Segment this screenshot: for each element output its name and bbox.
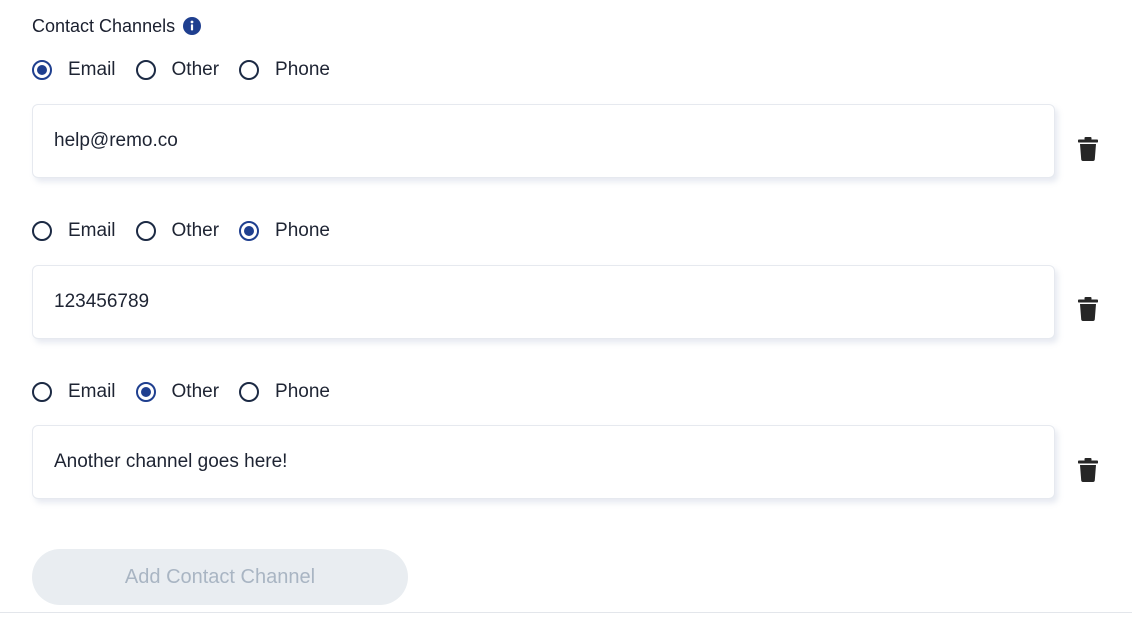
channel-value-input[interactable] — [54, 291, 1004, 313]
radio-label: Phone — [275, 220, 330, 241]
radio-label: Email — [68, 381, 116, 402]
radio-label: Phone — [275, 59, 330, 80]
channel-field-3 — [32, 425, 1055, 499]
radio-button[interactable] — [32, 60, 52, 80]
trash-icon — [1078, 137, 1098, 161]
channel-field-1 — [32, 104, 1055, 178]
section-header: Contact Channels — [32, 14, 202, 38]
radio-label: Phone — [275, 381, 330, 402]
delete-channel-button[interactable] — [1077, 457, 1099, 483]
radio-option-phone[interactable]: Phone — [239, 220, 330, 242]
radio-button[interactable] — [135, 60, 156, 80]
channel-field-2 — [32, 265, 1055, 339]
radio-option-other[interactable]: Other — [135, 381, 220, 403]
radio-button[interactable] — [239, 60, 260, 80]
radio-label: Other — [171, 381, 220, 402]
radio-button[interactable] — [135, 382, 156, 402]
radio-option-email[interactable]: Email — [32, 59, 116, 81]
radio-option-other[interactable]: Other — [135, 59, 220, 81]
channel-value-input[interactable] — [54, 130, 1004, 152]
radio-option-email[interactable]: Email — [32, 220, 116, 242]
delete-channel-button[interactable] — [1077, 296, 1099, 322]
radio-button[interactable] — [239, 221, 260, 241]
divider — [0, 612, 1132, 613]
radio-label: Email — [68, 59, 116, 80]
section-title: Contact Channels — [32, 15, 176, 36]
add-contact-channel-button[interactable]: Add Contact Channel — [32, 549, 408, 605]
channel-type-group-1: Email Other Phone — [32, 56, 350, 84]
channel-type-group-3: Email Other Phone — [32, 378, 350, 406]
radio-label: Email — [68, 220, 116, 241]
radio-button[interactable] — [239, 382, 260, 402]
radio-option-phone[interactable]: Phone — [239, 59, 330, 81]
trash-icon — [1078, 297, 1098, 321]
radio-option-email[interactable]: Email — [32, 381, 116, 403]
radio-button[interactable] — [32, 221, 52, 241]
channel-type-group-2: Email Other Phone — [32, 217, 350, 245]
delete-channel-button[interactable] — [1077, 136, 1099, 162]
radio-option-other[interactable]: Other — [135, 220, 220, 242]
channel-value-input[interactable] — [54, 451, 1004, 473]
trash-icon — [1078, 458, 1098, 482]
info-icon[interactable] — [183, 17, 202, 35]
radio-label: Other — [171, 220, 220, 241]
radio-button[interactable] — [135, 221, 156, 241]
radio-label: Other — [171, 59, 220, 80]
radio-button[interactable] — [32, 382, 52, 402]
radio-option-phone[interactable]: Phone — [239, 381, 330, 403]
